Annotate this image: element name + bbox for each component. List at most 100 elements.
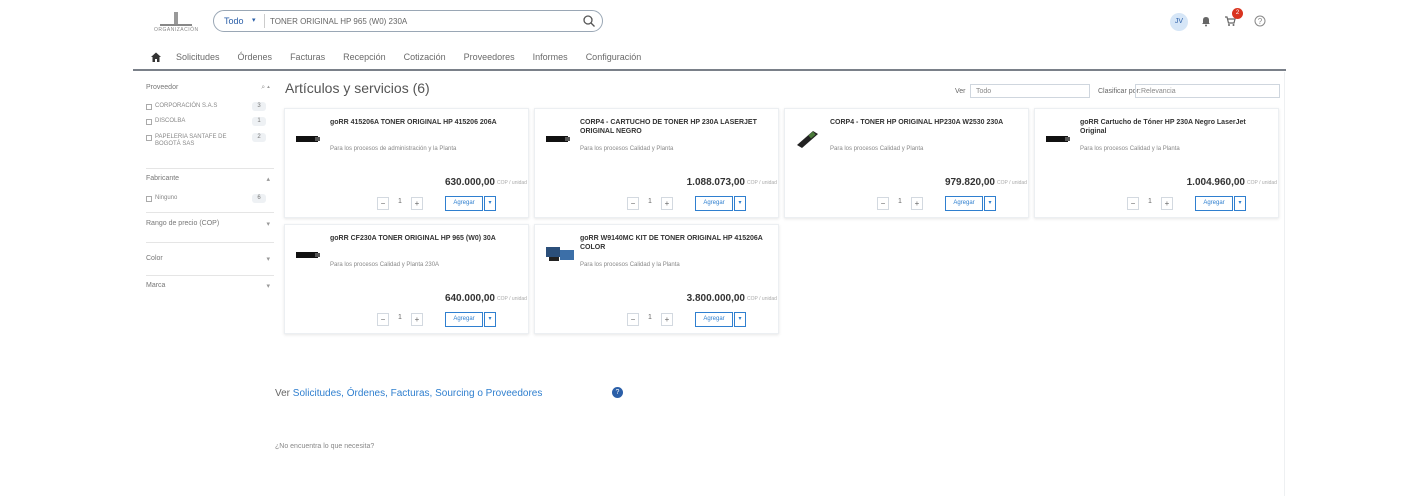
product-price: 1.004.960,00	[1186, 177, 1245, 188]
product-description: Para los procesos Calidad y Planta	[580, 146, 674, 152]
filter-option[interactable]: CORPORACIÓN S.A.S 3	[146, 102, 274, 114]
help-icon[interactable]: ?	[1254, 15, 1266, 27]
quantity-increment[interactable]: +	[911, 197, 923, 210]
add-options-chevron-icon[interactable]: ▾	[734, 312, 746, 327]
checkbox[interactable]	[146, 104, 152, 110]
product-card[interactable]: goRR 415206A TONER ORIGINAL HP 415206 20…	[284, 108, 529, 218]
not-found-link[interactable]: ¿No encuentra lo que necesita?	[275, 443, 374, 450]
quantity-decrement[interactable]: −	[377, 197, 389, 210]
filter-proveedor[interactable]: Proveedor ⌕ ▴	[146, 84, 274, 98]
chevron-up-icon[interactable]: ▴	[266, 175, 270, 183]
filter-precio[interactable]: Rango de precio (COP) ▾	[146, 220, 274, 234]
filter-option-label: Ninguno	[155, 195, 178, 201]
search-icon[interactable]	[582, 14, 596, 28]
product-name[interactable]: CORP4 - TONER HP ORIGINAL HP230A W2530 2…	[830, 118, 1020, 127]
search-icon[interactable]: ⌕ ▴	[261, 84, 270, 92]
add-to-cart-button[interactable]: Agregar	[445, 312, 483, 327]
quantity-decrement[interactable]: −	[627, 197, 639, 210]
view-select[interactable]: Todo	[970, 84, 1090, 98]
product-name[interactable]: goRR CF230A TONER ORIGINAL HP 965 (W0) 3…	[330, 234, 520, 243]
add-to-cart-button[interactable]: Agregar	[445, 196, 483, 211]
add-to-cart-button[interactable]: Agregar	[945, 196, 983, 211]
add-options-chevron-icon[interactable]: ▾	[984, 196, 996, 211]
checkbox[interactable]	[146, 135, 152, 141]
checkbox[interactable]	[146, 119, 152, 125]
product-description: Para los procesos Calidad y la Planta	[580, 262, 680, 268]
add-options-chevron-icon[interactable]: ▾	[484, 196, 496, 211]
quantity-increment[interactable]: +	[1161, 197, 1173, 210]
content-border	[1284, 72, 1285, 496]
bell-icon[interactable]	[1200, 15, 1212, 27]
filter-option-count: 2	[252, 133, 266, 142]
cart-count-badge: 2	[1232, 8, 1243, 19]
product-description: Para los procesos Calidad y Planta 230A	[330, 262, 440, 268]
quantity-value[interactable]: 1	[391, 314, 409, 325]
filter-option[interactable]: Ninguno 6	[146, 194, 274, 206]
toner-image	[296, 136, 320, 142]
price-unit: COP / unidad	[747, 180, 777, 186]
product-card[interactable]: CORP4 - CARTUCHO DE TONER HP 230A LASERJ…	[534, 108, 779, 218]
filter-option-count: 3	[252, 102, 266, 111]
toner-image	[797, 131, 818, 148]
search-box[interactable]: Todo ▾	[213, 10, 603, 32]
add-to-cart-button[interactable]: Agregar	[695, 312, 733, 327]
product-card[interactable]: CORP4 - TONER HP ORIGINAL HP230A W2530 2…	[784, 108, 1029, 218]
quantity-decrement[interactable]: −	[377, 313, 389, 326]
filter-option[interactable]: DISCOLBA 1	[146, 117, 274, 129]
filter-color[interactable]: Color ▾	[146, 255, 274, 269]
filter-option[interactable]: PAPELERIA SANTAFE DE BOGOTÁ SAS 2	[146, 133, 274, 155]
nav-item-configuracion[interactable]: Configuración	[586, 52, 642, 62]
nav-item-informes[interactable]: Informes	[533, 52, 568, 62]
home-icon[interactable]	[150, 51, 162, 63]
checkbox[interactable]	[146, 196, 152, 202]
add-options-chevron-icon[interactable]: ▾	[734, 196, 746, 211]
info-icon[interactable]: ?	[612, 387, 623, 398]
sort-select[interactable]: Relevancia	[1135, 84, 1280, 98]
quantity-decrement[interactable]: −	[1127, 197, 1139, 210]
quantity-decrement[interactable]: −	[877, 197, 889, 210]
nav-item-recepcion[interactable]: Recepción	[343, 52, 386, 62]
filter-divider	[146, 242, 274, 243]
product-name[interactable]: goRR 415206A TONER ORIGINAL HP 415206 20…	[330, 118, 520, 127]
product-name[interactable]: goRR Cartucho de Tóner HP 230A Negro Las…	[1080, 118, 1270, 136]
nav-item-facturas[interactable]: Facturas	[290, 52, 325, 62]
quantity-increment[interactable]: +	[661, 313, 673, 326]
product-card[interactable]: goRR CF230A TONER ORIGINAL HP 965 (W0) 3…	[284, 224, 529, 334]
quantity-value[interactable]: 1	[1141, 198, 1159, 209]
company-logo[interactable]: ORGANIZACIÓN	[154, 8, 198, 33]
quantity-increment[interactable]: +	[411, 313, 423, 326]
chevron-down-icon[interactable]: ▾	[252, 16, 256, 24]
search-other-modules: Ver Solicitudes, Órdenes, Facturas, Sour…	[275, 388, 542, 399]
filter-fabricante[interactable]: Fabricante ▴	[146, 175, 274, 189]
quantity-decrement[interactable]: −	[627, 313, 639, 326]
quantity-value[interactable]: 1	[641, 198, 659, 209]
product-card[interactable]: goRR Cartucho de Tóner HP 230A Negro Las…	[1034, 108, 1279, 218]
filter-marca[interactable]: Marca ▾	[146, 282, 274, 296]
product-description: Para los procesos Calidad y Planta	[830, 146, 924, 152]
search-input[interactable]	[270, 14, 570, 28]
nav-item-ordenes[interactable]: Órdenes	[238, 52, 273, 62]
nav-item-solicitudes[interactable]: Solicitudes	[176, 52, 220, 62]
quantity-increment[interactable]: +	[661, 197, 673, 210]
add-to-cart-button[interactable]: Agregar	[1195, 196, 1233, 211]
nav-item-proveedores[interactable]: Proveedores	[464, 52, 515, 62]
nav-divider	[133, 69, 1286, 71]
chevron-down-icon[interactable]: ▾	[266, 220, 270, 228]
ver-prefix: Ver	[275, 388, 291, 399]
quantity-value[interactable]: 1	[891, 198, 909, 209]
add-options-chevron-icon[interactable]: ▾	[484, 312, 496, 327]
product-name[interactable]: goRR W9140MC KIT DE TONER ORIGINAL HP 41…	[580, 234, 770, 252]
product-card[interactable]: goRR W9140MC KIT DE TONER ORIGINAL HP 41…	[534, 224, 779, 334]
nav-item-cotizacion[interactable]: Cotización	[404, 52, 446, 62]
avatar[interactable]: JV	[1170, 13, 1188, 31]
add-options-chevron-icon[interactable]: ▾	[1234, 196, 1246, 211]
search-scope-selector[interactable]: Todo	[224, 16, 244, 26]
chevron-down-icon[interactable]: ▾	[266, 282, 270, 290]
quantity-value[interactable]: 1	[391, 198, 409, 209]
other-modules-links[interactable]: Solicitudes, Órdenes, Facturas, Sourcing…	[293, 388, 543, 399]
add-to-cart-button[interactable]: Agregar	[695, 196, 733, 211]
product-name[interactable]: CORP4 - CARTUCHO DE TONER HP 230A LASERJ…	[580, 118, 770, 136]
quantity-increment[interactable]: +	[411, 197, 423, 210]
chevron-down-icon[interactable]: ▾	[266, 255, 270, 263]
quantity-value[interactable]: 1	[641, 314, 659, 325]
